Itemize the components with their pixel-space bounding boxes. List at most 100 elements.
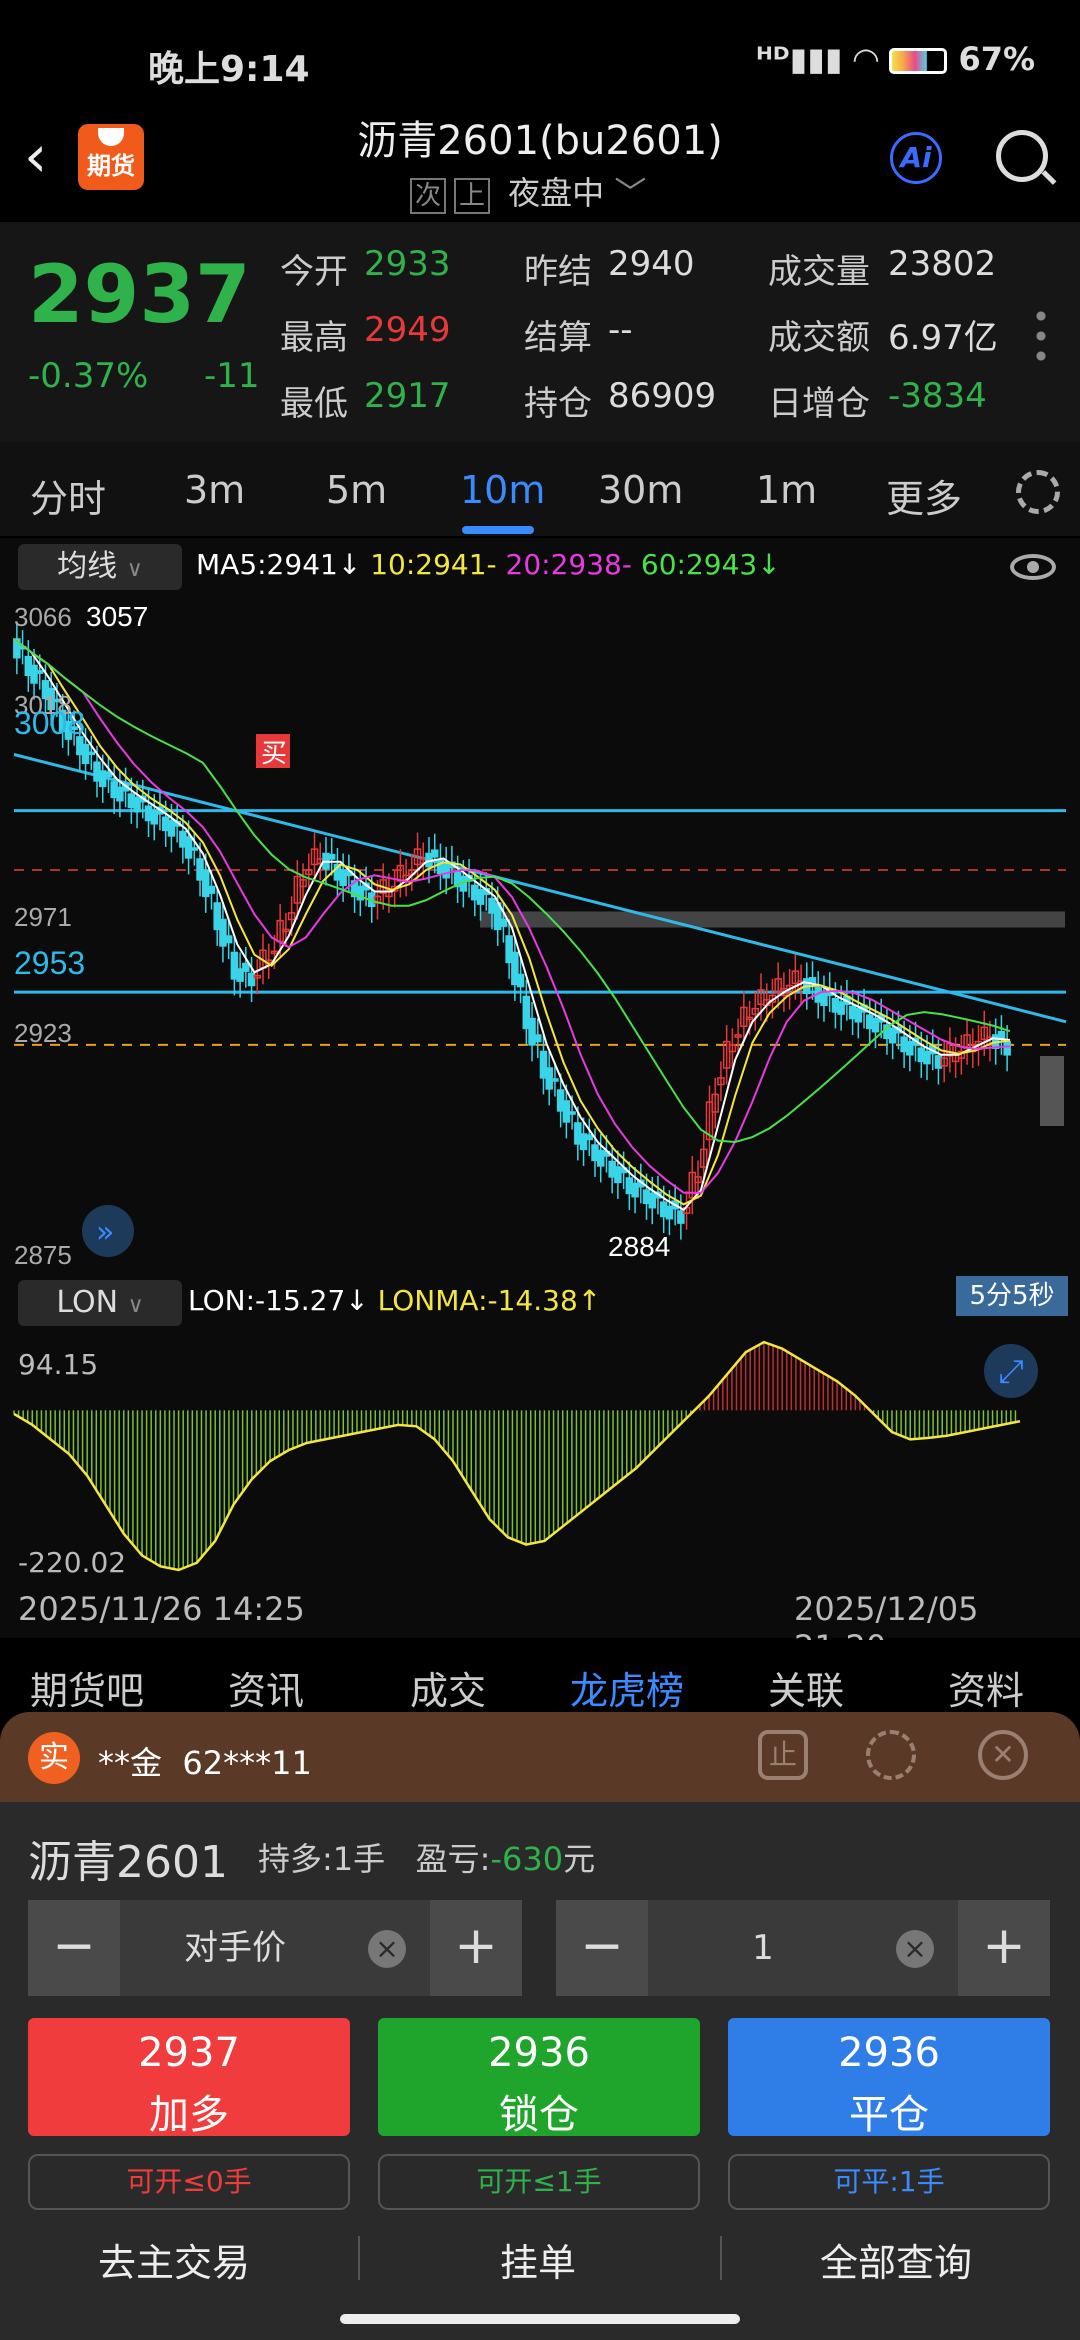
double-chevron-icon: » xyxy=(96,1215,114,1250)
ma20-value: 20:2938- xyxy=(505,548,632,581)
tab-underline xyxy=(462,526,534,534)
price-minus-button[interactable]: − xyxy=(28,1900,120,1996)
trade-button[interactable]: 2936 锁仓 xyxy=(378,2018,700,2138)
ma60-value: 60:2943↓ xyxy=(640,548,781,581)
qty-stepper[interactable]: − 1 × + xyxy=(556,1900,1050,1996)
ma10-value: 10:2941- xyxy=(370,548,497,581)
close-icon[interactable]: ✕ xyxy=(978,1730,1028,1780)
settings-gear-icon[interactable] xyxy=(866,1730,916,1780)
clear-qty-icon[interactable]: × xyxy=(896,1930,934,1968)
change-percent: -0.37% xyxy=(28,356,149,396)
search-icon[interactable] xyxy=(996,130,1048,182)
axis-tick-label: 2953 xyxy=(14,945,85,981)
ai-button[interactable]: Ai xyxy=(890,132,942,184)
quote-value: -- xyxy=(608,310,633,350)
candle-body xyxy=(430,849,439,858)
axis-tick-label: 2875 xyxy=(14,1240,72,1270)
available-qty: 可开≤1手 xyxy=(378,2154,700,2210)
candle-body xyxy=(534,1034,542,1043)
tab-news[interactable]: 期货吧 xyxy=(30,1660,144,1715)
candle-body xyxy=(997,1030,1006,1040)
status-icons: ᴴᴰ▮▮▮ ◠ 67% xyxy=(756,40,1035,78)
divider xyxy=(720,2236,722,2280)
chevron-down-icon[interactable]: ﹀ xyxy=(614,174,646,212)
quote-value: 2940 xyxy=(608,244,695,284)
candle-body xyxy=(1003,1040,1011,1056)
quote-value: 2917 xyxy=(364,376,451,416)
price-stepper[interactable]: − 对手价 × + xyxy=(28,1900,522,1996)
tab-news[interactable]: 关联 xyxy=(768,1660,844,1715)
quote-value: 2949 xyxy=(364,310,451,350)
price-type-value[interactable]: 对手价 xyxy=(120,1900,350,1996)
ma-select[interactable]: 均线 ∨ xyxy=(18,544,182,590)
change-value: -11 xyxy=(204,356,260,396)
quote-label: 持仓 xyxy=(524,384,592,424)
indicator-select[interactable]: LON ∨ xyxy=(18,1280,182,1326)
lon-min-label: -220.02 xyxy=(18,1546,126,1579)
ma-legend: MA5:2941↓ 10:2941- 20:2938- 60:2943↓ xyxy=(196,548,781,581)
lon-max-label: 94.15 xyxy=(18,1348,98,1381)
candle-body xyxy=(551,1078,559,1082)
qty-value[interactable]: 1 xyxy=(648,1900,878,1996)
pending-orders-link[interactable]: 挂单 xyxy=(500,2232,576,2287)
instrument-name: 沥青2601 xyxy=(28,1837,228,1888)
candle-body xyxy=(499,918,508,927)
account-info[interactable]: **金 62***11 xyxy=(98,1738,312,1784)
trade-button[interactable]: 2936 平仓 xyxy=(728,2018,1050,2138)
signal-icon: ᴴᴰ▮▮▮ xyxy=(756,40,843,78)
trade-button-price: 2936 xyxy=(838,2030,940,2076)
candle-body xyxy=(36,670,44,674)
available-qty: 可开≤0手 xyxy=(28,2154,350,2210)
quote-value: 23802 xyxy=(888,244,997,284)
trade-button[interactable]: 2937 加多 xyxy=(28,2018,350,2138)
tab-period[interactable]: 10m xyxy=(460,468,545,512)
axis-tick-label: 3066 xyxy=(14,602,72,632)
expand-icon[interactable]: ⤢ xyxy=(984,1344,1038,1398)
clear-price-icon[interactable]: × xyxy=(368,1930,406,1968)
tab-period[interactable]: 更多 xyxy=(886,468,962,523)
session-row[interactable]: 次上 夜盘中 ﹀ xyxy=(410,168,646,214)
candle-body xyxy=(207,885,216,894)
gear-icon[interactable] xyxy=(1016,470,1060,514)
tab-period[interactable]: 分时 xyxy=(30,468,106,523)
eye-icon[interactable] xyxy=(1010,554,1056,580)
next-contract-button[interactable]: 次 xyxy=(410,178,446,214)
account-type-badge: 实 xyxy=(28,1732,80,1784)
prev-contract-button[interactable]: 上 xyxy=(454,178,490,214)
back-button[interactable]: ‹ xyxy=(24,127,64,190)
battery-icon xyxy=(889,48,948,74)
scroll-handle xyxy=(1040,1056,1064,1126)
timeframe-badge: 5分5秒 xyxy=(956,1276,1068,1316)
qty-plus-button[interactable]: + xyxy=(958,1900,1050,1996)
quote-value: -3834 xyxy=(888,376,987,416)
stop-order-icon[interactable]: 止 xyxy=(758,1730,808,1780)
candlestick-chart[interactable]: 3066 3057301830082971295329232875 2884买» xyxy=(0,596,1080,1276)
quote-value: 2933 xyxy=(364,244,451,284)
wifi-icon: ◠ xyxy=(853,40,879,78)
candle-body xyxy=(516,973,525,988)
tab-period[interactable]: 5m xyxy=(326,468,387,512)
qty-minus-button[interactable]: − xyxy=(556,1900,648,1996)
query-all-link[interactable]: 全部查询 xyxy=(820,2232,972,2287)
go-main-trade-link[interactable]: 去主交易 xyxy=(98,2232,250,2287)
tab-news[interactable]: 成交 xyxy=(410,1660,486,1715)
axis-tick-label: 2884 xyxy=(608,1231,670,1262)
candle-body xyxy=(104,771,113,778)
tab-news[interactable]: 龙虎榜 xyxy=(570,1660,684,1715)
tab-news[interactable]: 资料 xyxy=(948,1660,1024,1715)
home-indicator[interactable] xyxy=(340,2314,740,2324)
quote-value: 6.97亿 xyxy=(888,318,998,358)
axis-tick-label: 2923 xyxy=(14,1018,72,1048)
tab-period[interactable]: 1m xyxy=(756,468,817,512)
tab-news[interactable]: 资讯 xyxy=(228,1660,304,1715)
tab-period[interactable]: 3m xyxy=(184,468,245,512)
price-plus-button[interactable]: + xyxy=(430,1900,522,1996)
divider xyxy=(358,2236,360,2280)
tab-period[interactable]: 30m xyxy=(598,468,683,512)
candle-body xyxy=(224,935,233,944)
more-vertical-icon[interactable] xyxy=(1036,306,1046,366)
lon-chart[interactable]: 94.15 -220.02 xyxy=(0,1330,1080,1580)
status-time: 晚上9:14 xyxy=(148,49,310,90)
quote-value: 86909 xyxy=(608,376,717,416)
candle-body xyxy=(30,664,38,684)
